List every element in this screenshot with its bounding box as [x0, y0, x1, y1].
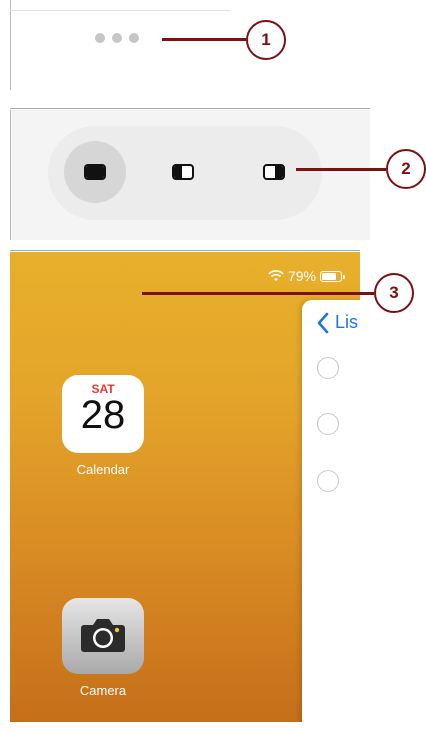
split-view-icon [172, 164, 194, 180]
back-link[interactable]: Lis [335, 312, 358, 333]
calendar-app-icon[interactable]: SAT 28 [62, 375, 144, 453]
dot-icon [129, 33, 139, 43]
full-screen-icon [84, 164, 106, 180]
slide-over-window[interactable]: Lis [302, 300, 360, 722]
calendar-date: 28 [80, 393, 126, 437]
list-checkbox[interactable] [317, 413, 339, 435]
panel-2-top-divider [10, 108, 370, 109]
wifi-icon [268, 270, 284, 281]
ipad-home-screen: 79% Lis SAT 28 Calendar Camera [10, 252, 360, 722]
panel-1 [10, 0, 230, 90]
callout-3: 3 [374, 273, 414, 313]
callout-leader-2 [296, 168, 386, 171]
calendar-app-label: Calendar [76, 462, 130, 477]
panel-1-border [10, 0, 11, 90]
panel-1-top-divider [10, 10, 230, 11]
dot-icon [112, 33, 122, 43]
panel-2-border [10, 110, 11, 240]
slide-over-icon [263, 164, 285, 180]
camera-app-icon[interactable] [62, 598, 144, 674]
camera-icon [81, 619, 125, 652]
callout-leader-3 [142, 292, 374, 295]
callout-1: 1 [246, 20, 286, 60]
callout-leader-1 [162, 38, 246, 41]
slide-over-button[interactable] [263, 164, 285, 180]
battery-percent: 79% [287, 268, 316, 284]
chevron-left-icon[interactable] [316, 312, 330, 334]
camera-app-label: Camera [79, 683, 127, 698]
dot-icon [95, 33, 105, 43]
ellipsis-dots-icon[interactable] [95, 33, 151, 45]
list-checkbox[interactable] [317, 357, 339, 379]
battery-icon [320, 270, 345, 282]
callout-2: 2 [386, 149, 426, 189]
split-view-button[interactable] [172, 164, 194, 180]
list-checkbox[interactable] [317, 470, 339, 492]
status-bar: 79% [268, 268, 345, 284]
panel-3-top-divider [10, 250, 360, 251]
